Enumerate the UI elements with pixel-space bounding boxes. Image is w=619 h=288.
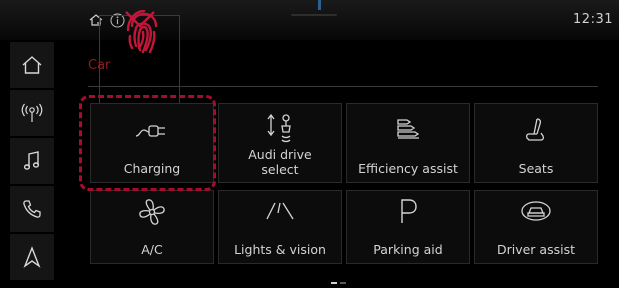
tile-label: Audi drive select bbox=[219, 147, 341, 177]
clock: 12:31 bbox=[573, 12, 613, 27]
pull-down-handle[interactable] bbox=[291, 14, 337, 16]
sidebar bbox=[10, 42, 54, 280]
drive-select-icon bbox=[219, 112, 341, 146]
seat-icon bbox=[475, 116, 597, 144]
radio-icon bbox=[21, 103, 43, 122]
tile-label: Driver assist bbox=[496, 242, 575, 257]
tile-seats[interactable]: Seats bbox=[474, 103, 598, 183]
tile-ac[interactable]: A/C bbox=[90, 190, 214, 264]
tile-label: A/C bbox=[141, 242, 163, 257]
tile-label: Parking aid bbox=[373, 242, 443, 257]
sidebar-item-navigation[interactable] bbox=[10, 234, 54, 280]
page-dot-2[interactable] bbox=[340, 282, 346, 284]
driver-assist-icon bbox=[475, 199, 597, 223]
navigation-icon bbox=[23, 246, 41, 268]
sidebar-item-home[interactable] bbox=[10, 42, 54, 88]
charging-plug-icon bbox=[91, 116, 213, 142]
tile-label: Seats bbox=[518, 161, 554, 176]
tile-parking-aid[interactable]: Parking aid bbox=[346, 190, 470, 264]
top-connector-line bbox=[318, 0, 321, 10]
sidebar-item-music[interactable] bbox=[10, 138, 54, 184]
page-indicator bbox=[331, 282, 346, 284]
music-icon bbox=[23, 151, 40, 170]
lights-icon bbox=[219, 199, 341, 223]
tile-lights-vision[interactable]: Lights & vision bbox=[218, 190, 342, 264]
tile-label: Charging bbox=[123, 161, 181, 176]
section-title: Car bbox=[88, 58, 111, 73]
efficiency-icon bbox=[347, 116, 469, 142]
fan-icon bbox=[91, 197, 213, 227]
sidebar-item-radio[interactable] bbox=[10, 90, 54, 136]
tile-label-line-1: Audi drive bbox=[248, 147, 312, 162]
fingerprint-overlay bbox=[99, 10, 180, 110]
tile-label: Lights & vision bbox=[234, 242, 326, 257]
chevron-down-icon bbox=[125, 11, 155, 28]
tile-charging[interactable]: Charging bbox=[90, 103, 214, 183]
tile-efficiency-assist[interactable]: Efficiency assist bbox=[346, 103, 470, 183]
page-dot-1[interactable] bbox=[331, 282, 337, 284]
status-bar: 12:31 bbox=[0, 0, 619, 40]
car-menu-screen: 12:31 Car Charging Audi drive select Eff… bbox=[0, 0, 619, 288]
tile-label-line-2: select bbox=[261, 162, 299, 177]
tile-audi-drive-select[interactable]: Audi drive select bbox=[218, 103, 342, 183]
home-icon bbox=[22, 56, 42, 74]
sidebar-item-phone[interactable] bbox=[10, 186, 54, 232]
tile-driver-assist[interactable]: Driver assist bbox=[474, 190, 598, 264]
tile-label: Efficiency assist bbox=[358, 161, 458, 176]
section-divider bbox=[88, 86, 598, 87]
phone-icon bbox=[23, 200, 41, 218]
parking-icon bbox=[347, 197, 469, 225]
